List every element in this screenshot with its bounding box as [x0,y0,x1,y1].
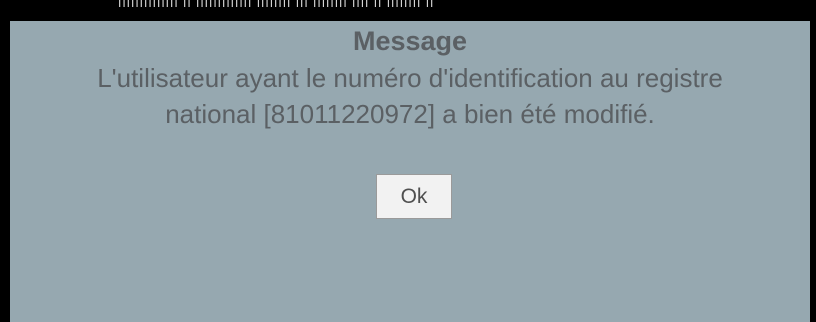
dialog-message: L'utilisateur ayant le numéro d'identifi… [10,60,810,132]
obscured-page-text: IIIIIIIIIIIIII II IIIIIIIIIIIII IIIIIIII… [118,0,435,10]
ok-button[interactable]: Ok [376,174,452,219]
message-dialog: Message L'utilisateur ayant le numéro d'… [10,21,810,322]
dialog-title: Message [352,26,468,56]
dialog-message-line-2: national [81011220972] a bien été modifi… [165,99,655,129]
screen: IIIIIIIIIIIIII II IIIIIIIIIIIII IIIIIIII… [0,0,816,322]
dialog-message-line-1: L'utilisateur ayant le numéro d'identifi… [97,63,723,93]
